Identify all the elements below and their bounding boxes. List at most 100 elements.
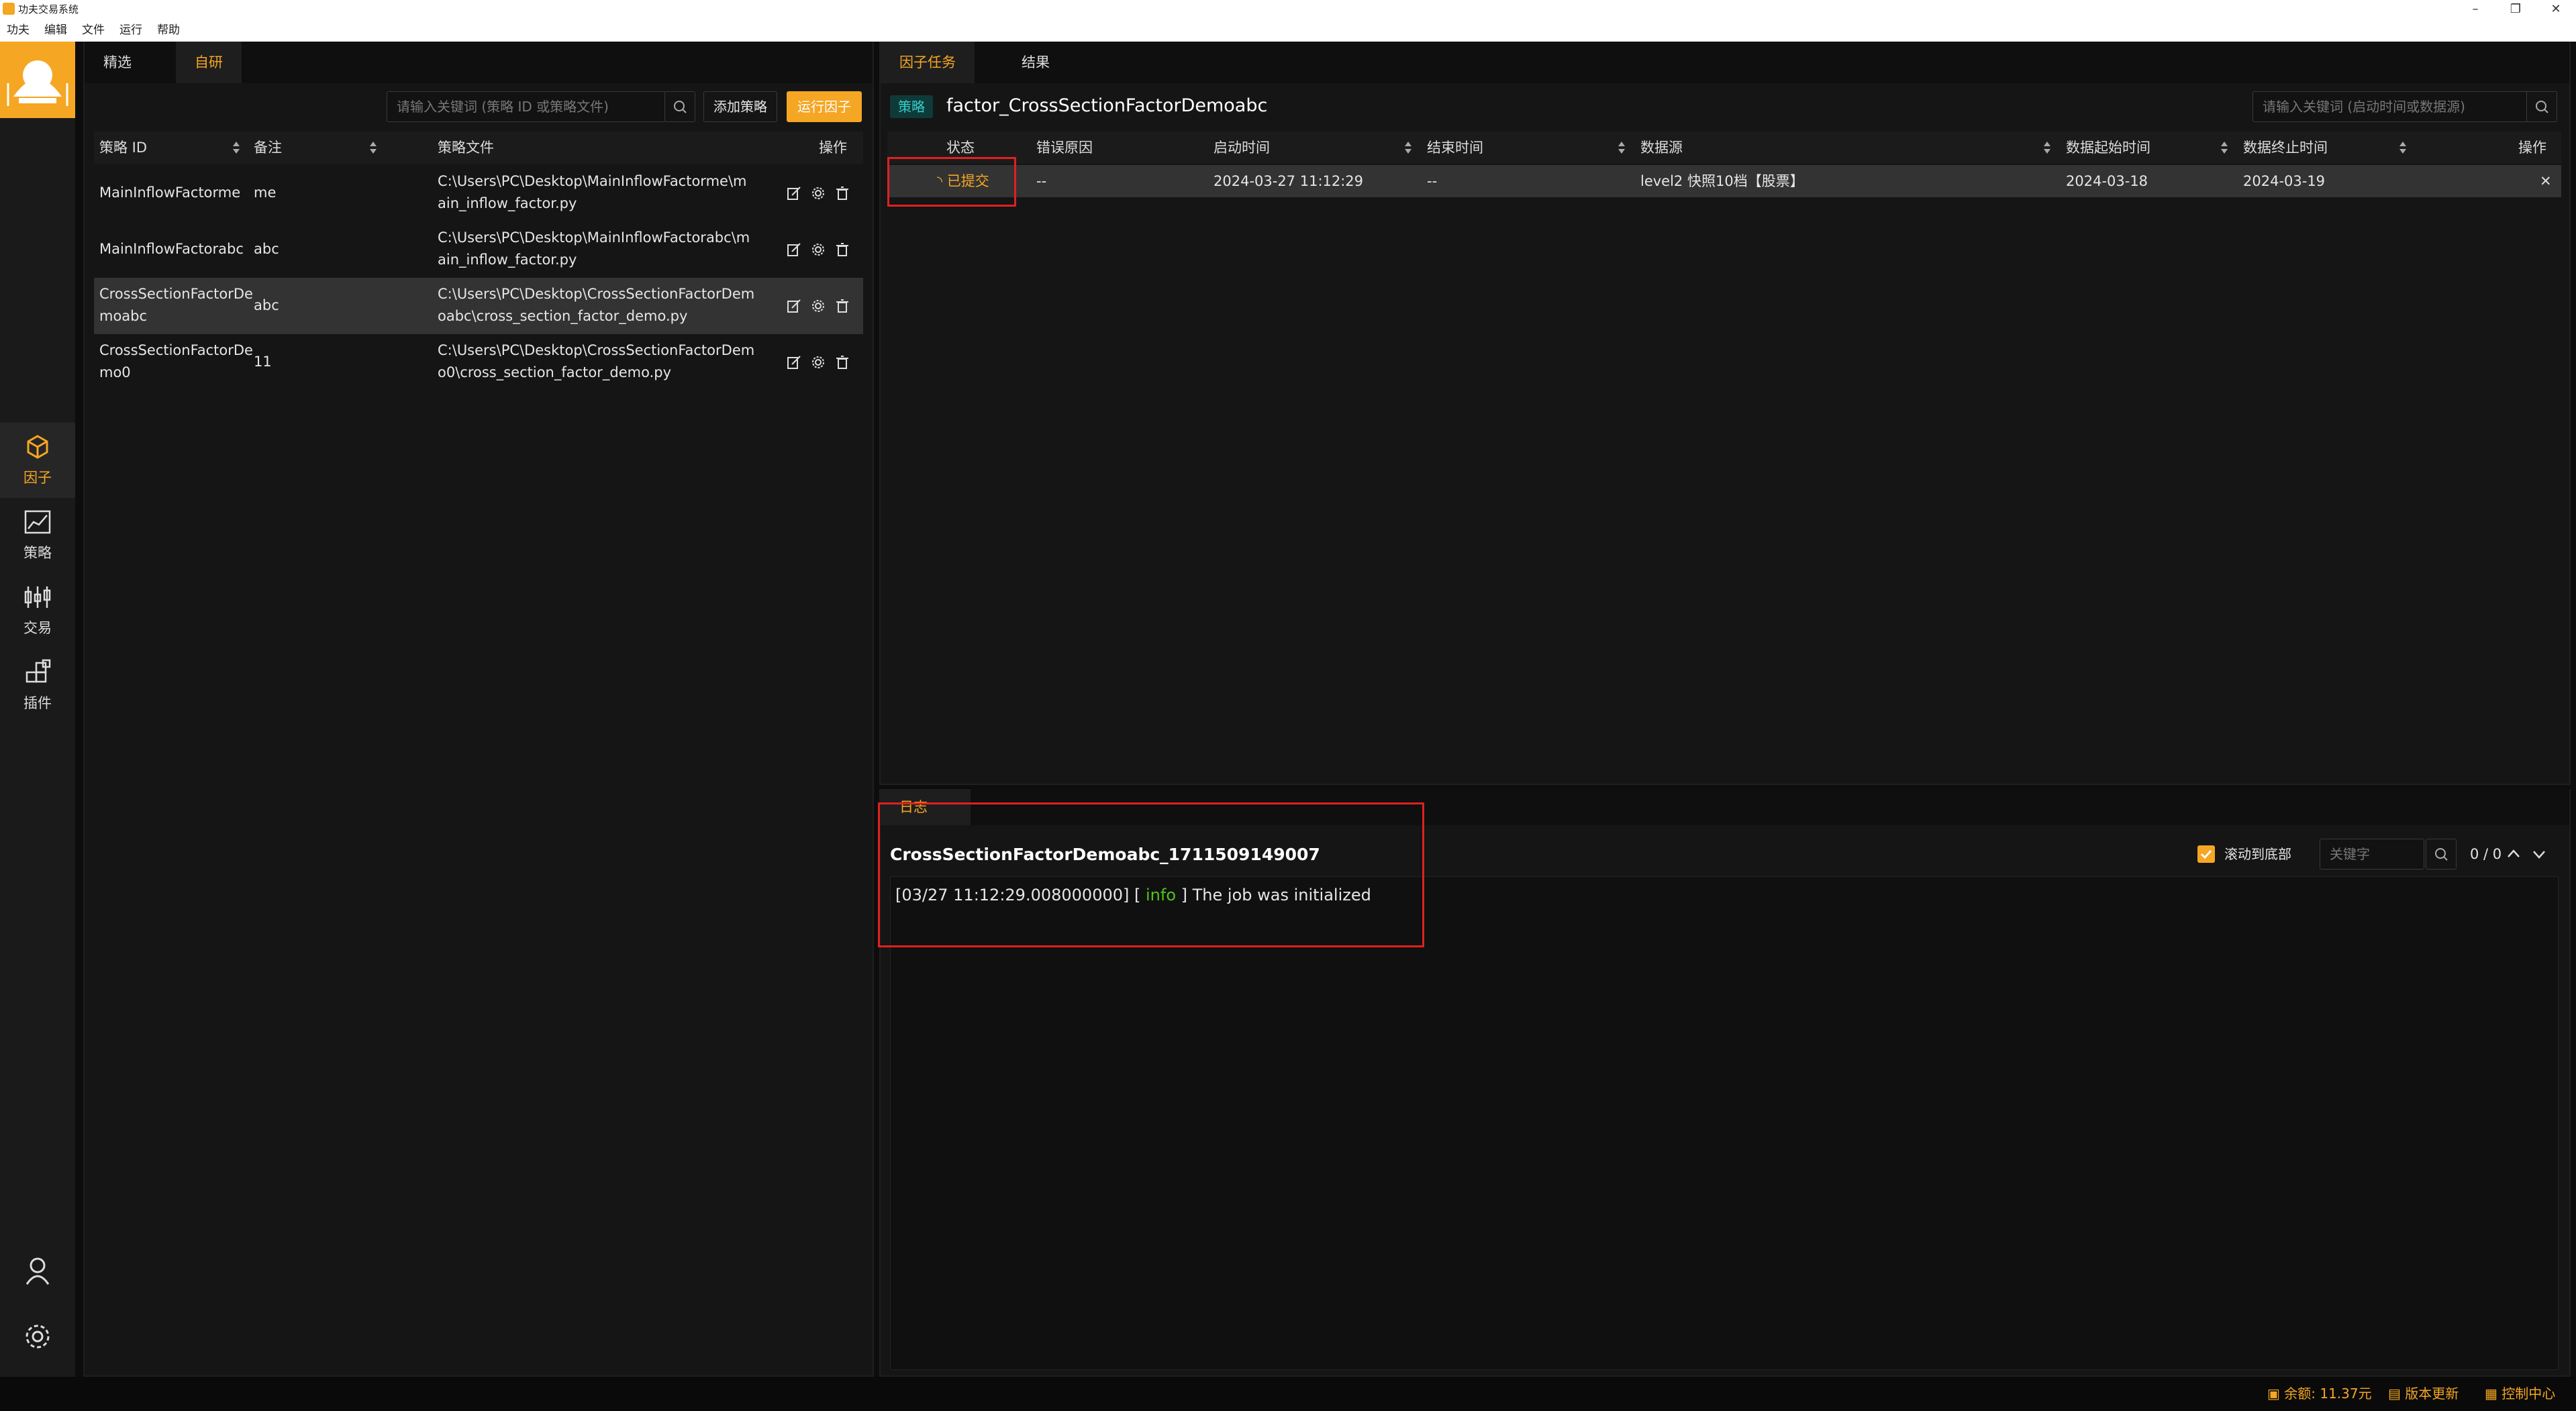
search-icon	[674, 101, 687, 113]
sort-icon[interactable]	[2220, 140, 2228, 155]
chevron-down-icon[interactable]	[2532, 847, 2546, 861]
task-close-icon[interactable]: ✕	[2540, 165, 2552, 197]
sort-icon[interactable]	[2043, 140, 2051, 155]
menu-bar: 功夫 编辑 文件 运行 帮助	[0, 19, 2576, 42]
menu-file[interactable]: 文件	[82, 22, 105, 38]
chevron-up-icon[interactable]	[2506, 847, 2521, 861]
settings-icon[interactable]	[811, 355, 826, 370]
version-update-label: 版本更新	[2405, 1386, 2459, 1402]
app-icon	[3, 3, 15, 15]
control-center-icon: ▦	[2485, 1386, 2502, 1402]
add-strategy-button[interactable]: 添加策略	[703, 91, 777, 122]
col-note[interactable]: 备注	[254, 132, 282, 164]
strategy-tabbar: 精选 自研	[85, 42, 873, 83]
tab-results[interactable]: 结果	[1003, 42, 1069, 83]
table-row[interactable]: CrossSectionFactorDe mo0 11 C:\Users\PC\…	[94, 334, 863, 390]
menu-kungfu[interactable]: 功夫	[7, 22, 30, 38]
nav-plugin[interactable]: 插件	[0, 648, 75, 723]
settings-icon[interactable]	[811, 186, 826, 201]
edit-icon[interactable]	[787, 186, 801, 201]
strategy-name: factor_CrossSectionFactorDemoabc	[946, 95, 1268, 116]
sort-icon[interactable]	[232, 140, 240, 155]
edit-icon[interactable]	[787, 299, 801, 313]
user-icon[interactable]	[24, 1256, 51, 1286]
delete-icon[interactable]	[835, 355, 850, 370]
version-update-status[interactable]: ▤ 版本更新	[2388, 1385, 2459, 1402]
menu-help[interactable]: 帮助	[157, 22, 180, 38]
settings-icon[interactable]	[811, 299, 826, 313]
balance-label: 余额: 11.37元	[2284, 1386, 2372, 1402]
run-factor-button[interactable]: 运行因子	[787, 91, 862, 122]
task-data-start: 2024-03-18	[2066, 173, 2148, 189]
row-file-line1: C:\Users\PC\Desktop\MainInflowFactorme\m	[438, 173, 747, 189]
menu-run[interactable]: 运行	[119, 22, 142, 38]
row-strategy-id: MainInflowFactorabc	[99, 241, 244, 257]
restore-button[interactable]: ❐	[2495, 0, 2536, 19]
settings-icon[interactable]	[811, 242, 826, 257]
col-data-source[interactable]: 数据源	[1640, 132, 1683, 164]
nav-strategy[interactable]: 策略	[0, 498, 75, 573]
search-icon	[2536, 101, 2548, 113]
nav-factor[interactable]: 因子	[0, 423, 75, 498]
control-center-label: 控制中心	[2501, 1386, 2556, 1402]
row-note: 11	[254, 354, 272, 370]
control-center-status[interactable]: ▦ 控制中心	[2485, 1385, 2555, 1402]
row-file-line2: ain_inflow_factor.py	[438, 252, 577, 268]
tab-factor-tasks[interactable]: 因子任务	[881, 42, 975, 83]
row-note: abc	[254, 297, 279, 313]
table-row[interactable]: MainInflowFactorabc abc C:\Users\PC\Desk…	[94, 221, 863, 278]
col-data-end[interactable]: 数据终止时间	[2243, 132, 2328, 164]
delete-icon[interactable]	[835, 299, 850, 313]
task-error: --	[1036, 173, 1047, 189]
edit-icon[interactable]	[787, 242, 801, 257]
log-keyword-input[interactable]: 关键字	[2320, 839, 2424, 870]
task-table-header: 状态 错误原因 启动时间 结束时间 数据源 数据起始时间 数据终止时间 操作	[887, 132, 2561, 164]
balance-status[interactable]: ▣ 余额: 11.37元	[2267, 1385, 2372, 1402]
row-note: me	[254, 185, 277, 201]
col-start-time[interactable]: 启动时间	[1213, 132, 1270, 164]
nav-factor-label: 因子	[23, 470, 52, 486]
scroll-to-bottom-checkbox[interactable]	[2197, 845, 2215, 863]
row-strategy-id-line1: CrossSectionFactorDe	[99, 286, 253, 302]
task-search-button[interactable]	[2526, 91, 2557, 122]
check-icon	[2200, 849, 2212, 859]
log-content-area	[890, 876, 2559, 1370]
strategy-search-button[interactable]	[664, 91, 695, 122]
nav-trade[interactable]: 交易	[0, 573, 75, 648]
gear-icon[interactable]	[23, 1322, 52, 1351]
delete-icon[interactable]	[835, 242, 850, 257]
task-row[interactable]: ◝ 已提交 -- 2024-03-27 11:12:29 -- level2 快…	[887, 165, 2561, 197]
tab-self-research[interactable]: 自研	[176, 42, 242, 83]
row-file-line2: o0\cross_section_factor_demo.py	[438, 364, 672, 380]
app-logo	[0, 42, 75, 118]
strategy-search-input[interactable]: 请输入关键词 (策略 ID 或策略文件)	[387, 91, 666, 122]
strategy-tag: 策略	[890, 95, 933, 118]
task-end-time: --	[1427, 173, 1438, 189]
menu-edit[interactable]: 编辑	[44, 22, 67, 38]
col-strategy-id[interactable]: 策略 ID	[99, 132, 147, 164]
window-title: 功夫交易系统	[18, 3, 79, 15]
sort-icon[interactable]	[2399, 140, 2407, 155]
task-data-end: 2024-03-19	[2243, 173, 2326, 189]
row-file-line2: ain_inflow_factor.py	[438, 195, 577, 211]
candlestick-icon	[24, 586, 51, 608]
scroll-to-bottom-label[interactable]: 滚动到底部	[2224, 844, 2291, 864]
close-button[interactable]: ✕	[2536, 0, 2576, 19]
col-end-time[interactable]: 结束时间	[1427, 132, 1483, 164]
table-row[interactable]: CrossSectionFactorDe moabc abc C:\Users\…	[94, 278, 863, 334]
status-bar: ▣ 余额: 11.37元 ▤ 版本更新 ▦ 控制中心	[0, 1377, 2576, 1411]
log-search-button[interactable]	[2426, 839, 2457, 870]
delete-icon[interactable]	[835, 186, 850, 201]
sort-icon[interactable]	[1404, 140, 1412, 155]
sort-icon[interactable]	[1618, 140, 1626, 155]
tab-featured[interactable]: 精选	[85, 42, 150, 83]
col-data-start[interactable]: 数据起始时间	[2066, 132, 2150, 164]
task-data-source: level2 快照10档【股票】	[1640, 173, 1804, 189]
status-highlight-box	[887, 157, 1016, 207]
table-row[interactable]: MainInflowFactorme me C:\Users\PC\Deskto…	[94, 165, 863, 221]
task-search-input[interactable]: 请输入关键词 (启动时间或数据源)	[2252, 91, 2540, 122]
minimize-button[interactable]: –	[2455, 0, 2495, 19]
title-bar: 功夫交易系统 – ❐ ✕	[0, 0, 2576, 19]
edit-icon[interactable]	[787, 355, 801, 370]
sort-icon[interactable]	[369, 140, 377, 155]
